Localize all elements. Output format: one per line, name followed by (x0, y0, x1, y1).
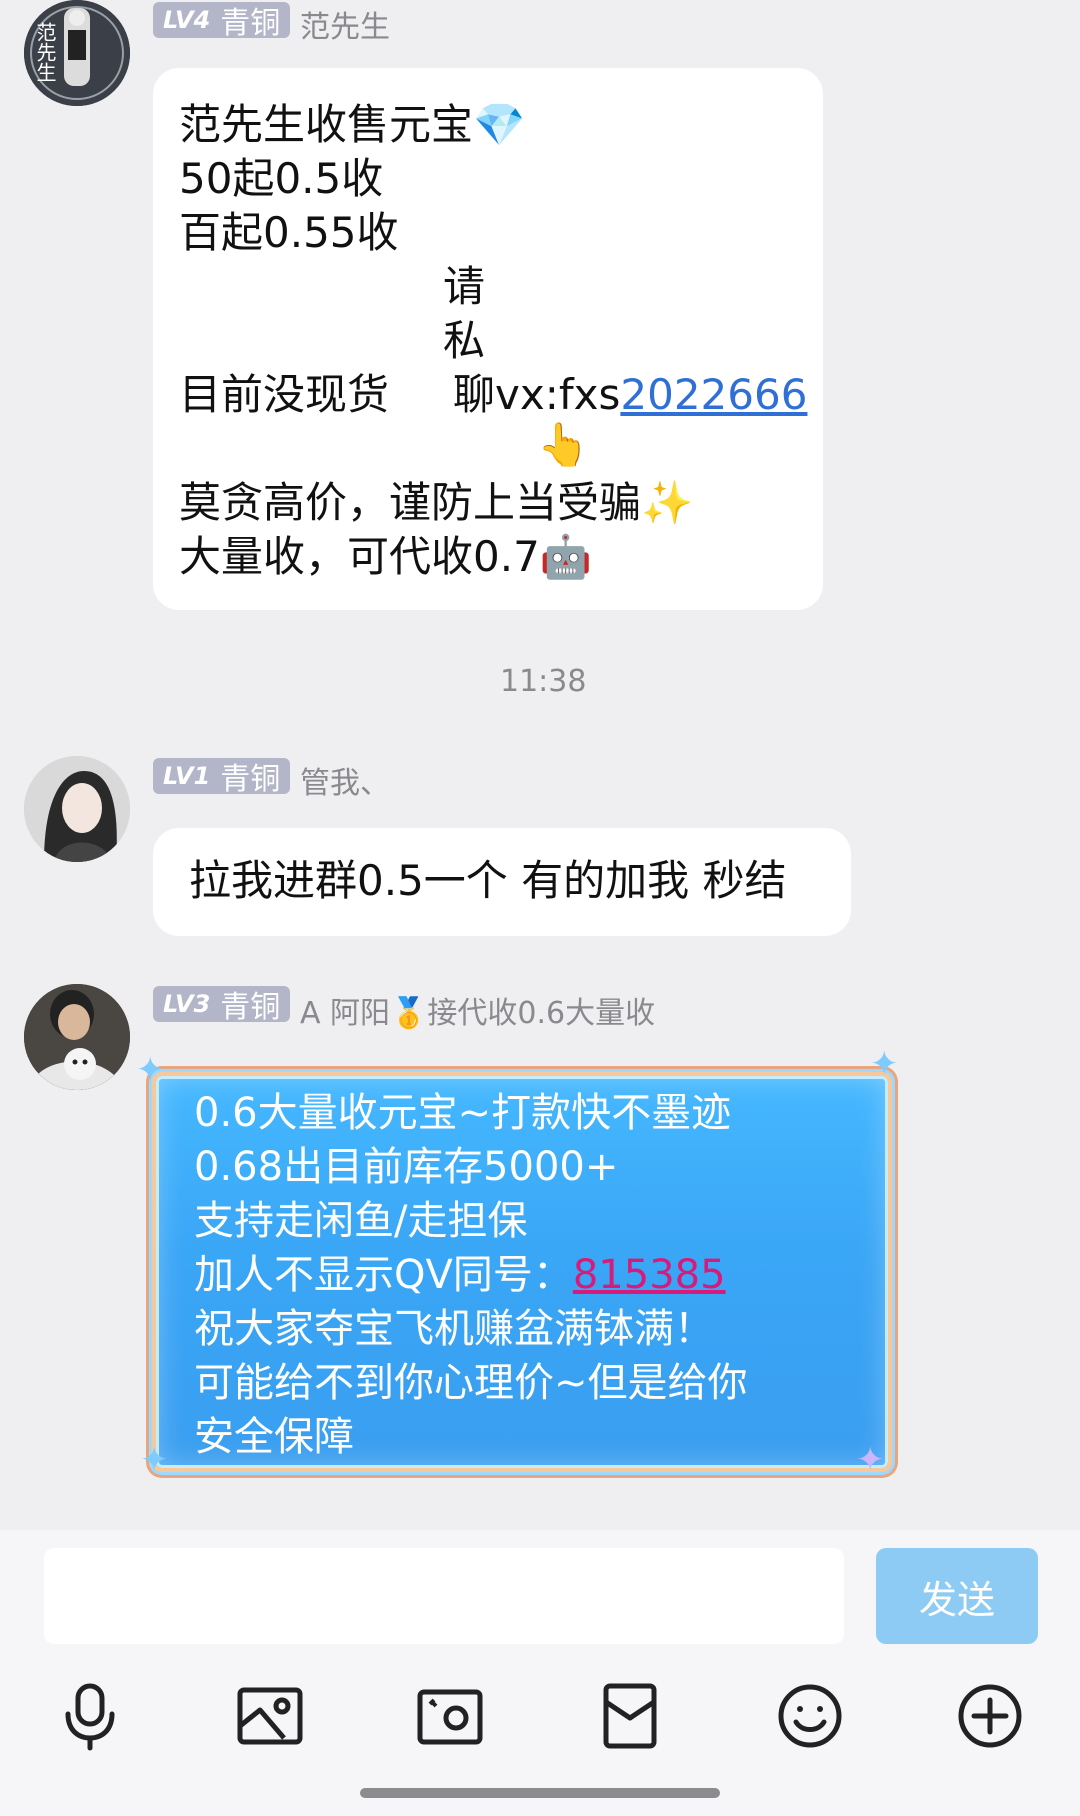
robot-icon: 🤖 (539, 532, 593, 581)
message-line: 可能给不到你心理价~但是给你 (194, 1360, 748, 1406)
message-line: 50起0.5收 (179, 154, 384, 203)
sender-nickname[interactable]: 管我、 (300, 758, 390, 802)
sparkles-icon: ✨ (641, 478, 694, 527)
level-badge: LV4 青铜 (153, 2, 291, 41)
crystal-decoration-icon: ✦ (140, 1440, 169, 1480)
plus-icon[interactable] (954, 1680, 1026, 1752)
message-line: 大量收，可代收0.7🤖 (179, 532, 593, 581)
microphone-icon[interactable] (54, 1680, 126, 1752)
phone-link[interactable]: 2022666 (620, 370, 807, 419)
avatar-image (24, 756, 130, 862)
avatar-guanwo[interactable] (24, 756, 130, 862)
message-line: 祝大家夺宝飞机赚盆满钵满！ (194, 1306, 714, 1352)
camera-icon[interactable] (414, 1680, 486, 1752)
crystal-decoration-icon: ✦ (136, 1050, 165, 1090)
level-text: LV3 (163, 990, 211, 1018)
level-text: LV1 (163, 762, 211, 790)
level-badge: LV3 青铜 (153, 986, 291, 1025)
emoji-icon[interactable] (774, 1680, 846, 1752)
message-input[interactable] (44, 1548, 844, 1644)
message-line: 0.68出目前库存5000+ (194, 1144, 619, 1190)
send-button[interactable]: 发送 (876, 1548, 1038, 1644)
message-line: 支持走闲鱼/走担保 (194, 1198, 528, 1244)
level-badge: LV1 青铜 (153, 758, 291, 797)
timestamp: 11:38 (500, 664, 587, 699)
sender-nickname[interactable]: A 阿阳🥇接代收0.6大量收 (300, 988, 655, 1032)
rank-text: 青铜 (220, 6, 281, 41)
message-line: 安全保障 (194, 1414, 354, 1460)
message-bubble[interactable]: 拉我进群0.5一个 有的加我 秒结 (153, 828, 851, 936)
avatar-ayang[interactable] (24, 984, 130, 1090)
gold-medal-icon: 🥇 (390, 996, 428, 1031)
level-text: LV4 (163, 6, 211, 34)
decorated-message-bubble[interactable]: 0.6大量收元宝~打款快不墨迹 0.68出目前库存5000+ 支持走闲鱼/走担保… (152, 1072, 892, 1472)
crystal-decoration-icon: ✦ (856, 1440, 885, 1480)
avatar-image (24, 984, 130, 1090)
message-line: 范先生收售元宝💎 (179, 100, 526, 149)
message-line: 加人不显示QV同号：815385 (194, 1252, 726, 1298)
message-text: 拉我进群0.5一个 有的加我 秒结 (189, 856, 787, 905)
red-packet-icon[interactable] (594, 1680, 666, 1752)
pointing-icon: 👆 (537, 420, 590, 469)
message-line: 百起0.55收 (179, 208, 399, 257)
message-line: 聊vx:fxs2022666 (453, 370, 808, 419)
message-line: 0.6大量收元宝~打款快不墨迹 (194, 1090, 732, 1136)
message-line: 目前没现货 (179, 370, 390, 419)
crystal-decoration-icon: ✦ (870, 1044, 899, 1084)
message-line: 莫贪高价，谨防上当受骗✨ (179, 478, 694, 527)
avatar-text: 范先生 (33, 22, 57, 82)
diamond-icon: 💎 (473, 100, 526, 149)
rank-text: 青铜 (220, 762, 281, 797)
message-line: 私 (443, 316, 486, 365)
rank-text: 青铜 (220, 990, 281, 1025)
message-line: 请 (443, 262, 486, 311)
avatar-fan[interactable]: 范先生 (24, 0, 130, 106)
sender-nickname[interactable]: 范先生 (300, 2, 390, 46)
qv-number-link[interactable]: 815385 (573, 1252, 726, 1298)
home-indicator[interactable] (360, 1788, 720, 1798)
message-bubble[interactable]: 范先生收售元宝💎 50起0.5收 百起0.55收 请 私 目前没现货 聊vx:f… (153, 68, 823, 610)
image-icon[interactable] (234, 1680, 306, 1752)
